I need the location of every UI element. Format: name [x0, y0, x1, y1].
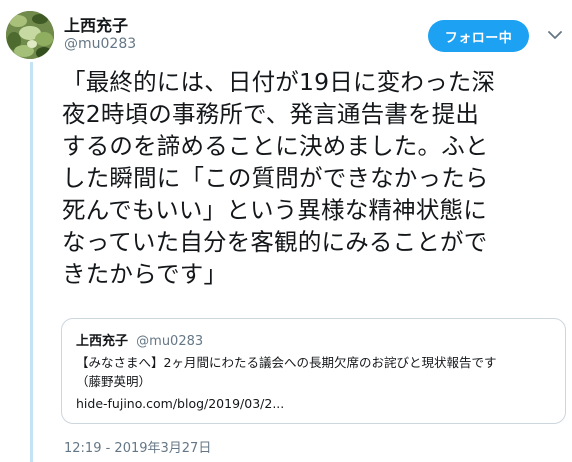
author-name[interactable]: 上西充子 — [64, 12, 128, 36]
tweet-line: 「最終的には、日付が19日に変わった深 — [62, 68, 496, 96]
avatar[interactable] — [6, 11, 54, 59]
quoted-tweet-card[interactable]: 上西充子 @mu0283 【みなさまへ】2ヶ月間にわたる議会への長期欠席のお詫び… — [61, 318, 566, 424]
tweet-text: 「最終的には、日付が19日に変わった深 夜2時頃の事務所で、発言通告書を提出 す… — [62, 66, 562, 290]
tweet-line: 死んでもいい」という異様な精神状態に — [62, 196, 487, 224]
tweet-line: なっていた自分を客観的にみることがで — [62, 228, 488, 256]
tweet-timestamp[interactable]: 12:19 - 2019年3月27日 — [64, 437, 211, 456]
quoted-tweet-link[interactable]: hide-fujino.com/blog/2019/03/2... — [76, 396, 284, 411]
quoted-tweet-header: 上西充子 @mu0283 — [76, 330, 203, 349]
author-handle[interactable]: @mu0283 — [64, 36, 136, 52]
tweet-line: した瞬間に「この質問ができなかったら — [62, 164, 489, 192]
quoted-tweet-line: （藤野英明） — [76, 374, 152, 389]
chevron-down-icon[interactable] — [546, 28, 564, 42]
thread-line — [30, 62, 33, 462]
quoted-author-name: 上西充子 — [76, 334, 129, 349]
tweet-line: きたからです」 — [62, 260, 228, 288]
follow-button[interactable]: フォロー中 — [428, 20, 529, 52]
tweet-line: するのを諦めることに決めました。ふと — [62, 132, 489, 160]
avatar-image — [6, 11, 54, 59]
quoted-author-handle: @mu0283 — [136, 334, 204, 349]
quoted-tweet-body: 【みなさまへ】2ヶ月間にわたる議会への長期欠席のお詫びと現状報告です （藤野英明… — [76, 353, 556, 391]
tweet-line: 夜2時頃の事務所で、発言通告書を提出 — [62, 100, 480, 128]
quoted-tweet-line: 【みなさまへ】2ヶ月間にわたる議会への長期欠席のお詫びと現状報告です — [76, 355, 497, 370]
